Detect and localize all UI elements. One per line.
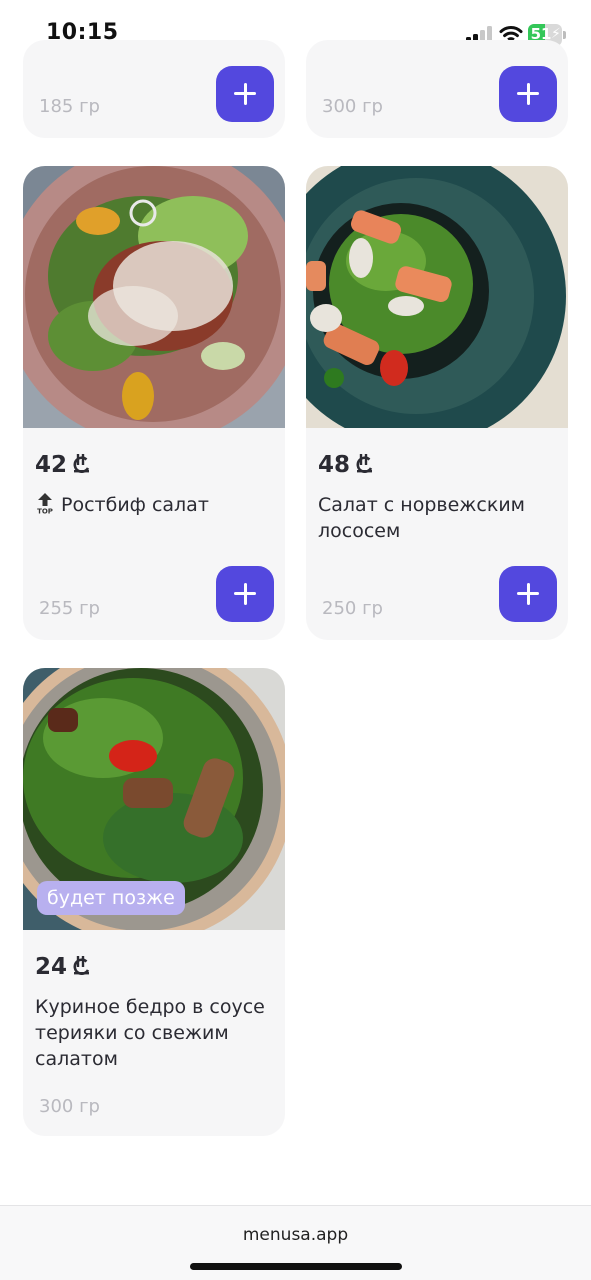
dish-name: TOP Ростбиф салат (35, 492, 273, 518)
svg-text:TOP: TOP (37, 508, 53, 515)
menu-card[interactable]: 42 TOP Ростбиф салат 255 гр (23, 166, 285, 640)
add-to-cart-button[interactable] (216, 66, 274, 122)
dish-photo[interactable]: будет позже (23, 668, 285, 930)
charging-bolt-icon: ⚡ (551, 26, 561, 42)
price-value: 48 (318, 452, 351, 478)
item-weight: 255 гр (39, 598, 100, 619)
add-to-cart-button[interactable] (216, 566, 274, 622)
dish-photo[interactable] (306, 166, 568, 428)
price-value: 24 (35, 954, 68, 980)
menu-card[interactable]: 48 Салат с норвежским лососем 250 гр (306, 166, 568, 640)
dish-name: Куриное бедро в соусе терияки со свежим … (35, 996, 265, 1070)
site-url[interactable]: menusa.app (0, 1225, 591, 1245)
menu-card[interactable]: будет позже 24 Куриное бедро в соусе тер… (23, 668, 285, 1136)
item-weight: 250 гр (322, 598, 383, 619)
price-value: 42 (35, 452, 68, 478)
item-weight: 185 гр (39, 96, 100, 117)
lari-icon (356, 454, 373, 473)
lari-icon (73, 454, 90, 473)
dish-photo[interactable] (23, 166, 285, 428)
item-price: 42 (35, 452, 91, 478)
item-price: 24 (35, 954, 91, 980)
add-to-cart-button[interactable] (499, 566, 557, 622)
browser-address-bar[interactable]: menusa.app (0, 1205, 591, 1280)
item-price: 48 (318, 452, 374, 478)
top-arrow-icon: TOP (37, 493, 53, 515)
lari-icon (73, 956, 90, 975)
availability-badge: будет позже (37, 881, 185, 915)
item-weight: 300 гр (39, 1096, 100, 1117)
menu-card[interactable]: 185 гр (23, 40, 285, 138)
home-indicator[interactable] (190, 1263, 402, 1270)
item-weight: 300 гр (322, 96, 383, 117)
dish-name: Салат с норвежским лососем (318, 494, 526, 542)
dish-name-text: Ростбиф салат (61, 494, 209, 516)
menu-card[interactable]: 300 гр (306, 40, 568, 138)
add-to-cart-button[interactable] (499, 66, 557, 122)
